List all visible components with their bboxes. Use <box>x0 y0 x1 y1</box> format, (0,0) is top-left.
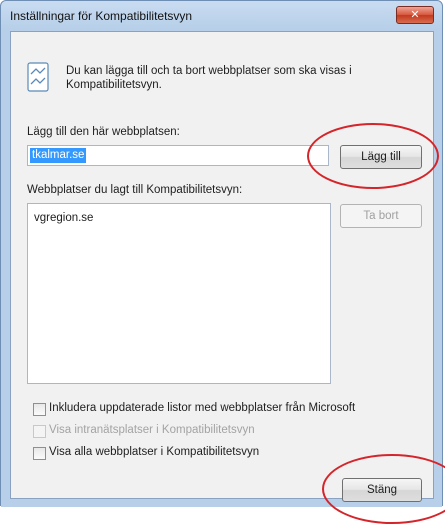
site-list-label: Webbplatser du lagt till Kompatibilitets… <box>27 184 243 196</box>
checkbox-label: Visa alla webbplatser i Kompatibilitetsv… <box>49 446 260 458</box>
add-site-input[interactable]: tkalmar.se <box>27 145 329 166</box>
add-site-input-value: tkalmar.se <box>30 148 87 163</box>
remove-button-label: Ta bort <box>363 210 399 222</box>
add-button[interactable]: Lägg till <box>340 145 422 169</box>
close-button[interactable]: Stäng <box>342 478 422 502</box>
info-text: Du kan lägga till och ta bort webbplatse… <box>66 65 352 91</box>
close-icon: ✕ <box>410 8 420 21</box>
site-list[interactable]: vgregion.se <box>27 203 331 384</box>
close-window-button[interactable]: ✕ <box>396 6 434 24</box>
remove-button[interactable]: Ta bort <box>340 204 422 228</box>
checkbox-box[interactable] <box>33 425 46 438</box>
title-bar[interactable]: Inställningar för Kompatibilitetsvyn ✕ <box>1 1 442 31</box>
window-title: Inställningar för Kompatibilitetsvyn <box>10 9 193 23</box>
add-button-label: Lägg till <box>361 151 401 163</box>
checkbox-box[interactable] <box>33 403 46 416</box>
list-item[interactable]: vgregion.se <box>34 212 93 224</box>
checkbox-label: Inkludera uppdaterade listor med webbpla… <box>49 402 356 414</box>
checkbox-label: Visa intranätsplatser i Kompatibilitetsv… <box>49 424 255 436</box>
add-site-label: Lägg till den här webbplatsen: <box>27 126 180 138</box>
checkbox-box[interactable] <box>33 447 46 460</box>
close-button-label: Stäng <box>366 484 398 496</box>
compatibility-view-icon <box>27 62 49 92</box>
